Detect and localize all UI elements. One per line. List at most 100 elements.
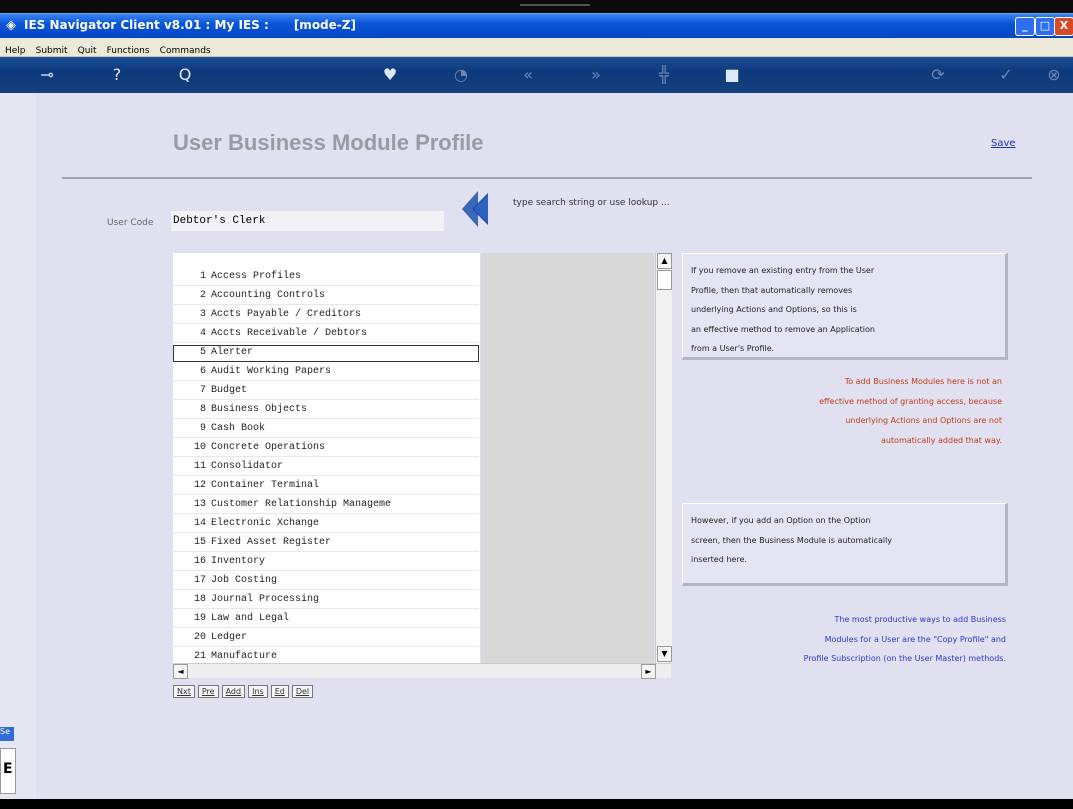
list-item-label: Business Objects xyxy=(211,404,308,415)
list-item[interactable]: 19 Law and Legal xyxy=(173,611,479,628)
list-item[interactable]: 16 Inventory xyxy=(173,554,479,571)
user-code-input[interactable] xyxy=(171,211,444,231)
list-item[interactable]: 18 Journal Processing xyxy=(173,592,479,609)
scroll-down-button[interactable]: ▼ xyxy=(657,646,672,662)
list-item-number: 6 xyxy=(199,366,206,377)
list-item[interactable]: 12 Container Terminal xyxy=(173,478,479,495)
list-item[interactable]: 15 Fixed Asset Register xyxy=(173,535,479,552)
list-item-label: Accts Receivable / Debtors xyxy=(211,328,368,339)
clock-icon[interactable]: ◔ xyxy=(447,62,475,88)
list-item-number: 1 xyxy=(199,271,206,282)
list-item-label: Accounting Controls xyxy=(211,290,326,301)
list-item[interactable]: 20 Ledger xyxy=(173,630,479,647)
tree-icon[interactable]: ╬ xyxy=(650,62,678,88)
check-icon[interactable]: ✓ xyxy=(992,62,1020,88)
left-panel: Se E xyxy=(0,93,36,799)
scroll-thumb[interactable] xyxy=(657,270,672,290)
list-item-label: Cash Book xyxy=(211,423,266,434)
list-item[interactable]: 21 Manufacture xyxy=(173,649,479,663)
list-item-number: 2 xyxy=(199,290,206,301)
module-list[interactable]: 1 Access Profiles 2 Accounting Controls 3 Acc… xyxy=(173,253,480,663)
list-item-number: 10 xyxy=(193,442,206,453)
top-strip xyxy=(0,0,1073,13)
list-item-number: 15 xyxy=(193,537,206,548)
horizontal-scrollbar[interactable]: ◄ ► xyxy=(173,663,671,679)
list-item[interactable]: 14 Electronic Xchange xyxy=(173,516,479,533)
key-icon[interactable]: ⊸ xyxy=(33,62,61,88)
rewind-icon[interactable]: « xyxy=(514,62,542,88)
lookup-arrow-icon[interactable] xyxy=(458,187,494,231)
info-line: inserted here. xyxy=(691,555,747,564)
tip-line: The most productive ways to add Business xyxy=(834,615,1007,624)
delete-button[interactable]: Del xyxy=(291,685,314,698)
fast-forward-icon[interactable]: » xyxy=(582,62,610,88)
menu-bar: Help Submit Quit Functions Commands xyxy=(0,38,1073,57)
save-link[interactable]: Save xyxy=(991,138,1016,149)
help-icon[interactable]: ? xyxy=(103,62,131,88)
list-item[interactable]: 4 Accts Receivable / Debtors xyxy=(173,326,479,343)
warning-line: automatically added that way. xyxy=(880,435,1002,445)
minimize-button[interactable]: _ xyxy=(1015,17,1035,36)
list-item-label: Manufacture xyxy=(211,651,278,662)
add-button[interactable]: Add xyxy=(221,685,246,698)
stop-icon[interactable]: ■ xyxy=(718,62,746,88)
heart-icon[interactable]: ♥ xyxy=(376,62,404,88)
list-item[interactable]: 13 Customer Relationship Manageme xyxy=(173,497,479,514)
insert-button[interactable]: Ins xyxy=(248,685,268,698)
list-item-label: Concrete Operations xyxy=(211,442,326,453)
list-item-number: 21 xyxy=(193,651,206,662)
list-item[interactable]: 10 Concrete Operations xyxy=(173,440,479,457)
list-item-label: Budget xyxy=(211,385,248,396)
list-item-label: Inventory xyxy=(211,556,266,567)
window-title: IES Navigator Client v8.01 : My IES : [m… xyxy=(24,18,356,32)
info-box-remove: If you remove an existing entry from the… xyxy=(682,253,1008,360)
list-item-number: 11 xyxy=(193,461,206,472)
warning-note: To add Business Modules here is not an e… xyxy=(700,372,1002,450)
list-item[interactable]: 6 Audit Working Papers xyxy=(173,364,479,381)
sidebar-tab[interactable]: Se xyxy=(0,727,14,741)
page-title: User Business Module Profile xyxy=(173,130,484,155)
list-item-label: Access Profiles xyxy=(211,271,302,282)
list-side-panel xyxy=(481,253,654,663)
list-item[interactable]: 9 Cash Book xyxy=(173,421,479,438)
scroll-up-button[interactable]: ▲ xyxy=(657,253,672,269)
list-item-number: 5 xyxy=(199,347,206,358)
close-window-button[interactable]: X xyxy=(1054,17,1073,36)
list-item-number: 17 xyxy=(193,575,206,586)
maximize-button[interactable]: □ xyxy=(1035,17,1055,36)
list-item-label: Law and Legal xyxy=(211,613,290,624)
list-item[interactable]: 3 Accts Payable / Creditors xyxy=(173,307,479,324)
list-item-label: Alerter xyxy=(211,347,254,358)
close-icon[interactable]: ⊗ xyxy=(1040,62,1068,88)
scroll-left-button[interactable]: ◄ xyxy=(173,664,188,679)
info-line: an effective method to remove an Applica… xyxy=(691,324,875,334)
info-line: screen, then the Business Module is auto… xyxy=(691,535,893,545)
tip-note: The most productive ways to add Business… xyxy=(700,610,1006,669)
list-item[interactable]: 1 Access Profiles xyxy=(173,269,479,286)
info-line: underlying Actions and Options, so this … xyxy=(691,305,857,314)
scroll-right-button[interactable]: ► xyxy=(641,664,656,679)
search-icon[interactable]: Q xyxy=(171,62,199,88)
tip-line: Modules for a User are the "Copy Profile… xyxy=(824,634,1006,644)
prev-button[interactable]: Pre xyxy=(197,685,219,698)
list-item[interactable]: 2 Accounting Controls xyxy=(173,288,479,305)
list-item[interactable]: 5 Alerter xyxy=(173,345,479,362)
list-item-number: 3 xyxy=(199,309,206,320)
list-item-number: 7 xyxy=(199,385,206,396)
list-item[interactable]: 17 Job Costing xyxy=(173,573,479,590)
vertical-scrollbar[interactable]: ▲ ▼ xyxy=(655,253,672,663)
list-item-label: Ledger xyxy=(211,632,248,643)
edit-button[interactable]: Ed xyxy=(270,685,289,698)
list-item-label: Electronic Xchange xyxy=(211,518,320,529)
warning-line: effective method of granting access, bec… xyxy=(819,396,1002,406)
list-item-number: 4 xyxy=(199,328,206,339)
list-item-number: 20 xyxy=(193,632,206,643)
next-button[interactable]: Nxt xyxy=(173,685,195,698)
info-line: Profile, then that automatically removes xyxy=(691,285,853,295)
list-item[interactable]: 7 Budget xyxy=(173,383,479,400)
sidebar-box[interactable]: E xyxy=(0,748,16,794)
list-item[interactable]: 11 Consolidator xyxy=(173,459,479,476)
refresh-icon[interactable]: ⟳ xyxy=(924,62,952,88)
list-item[interactable]: 8 Business Objects xyxy=(173,402,479,419)
info-box-option: However, if you add an Option on the Opt… xyxy=(682,503,1008,586)
